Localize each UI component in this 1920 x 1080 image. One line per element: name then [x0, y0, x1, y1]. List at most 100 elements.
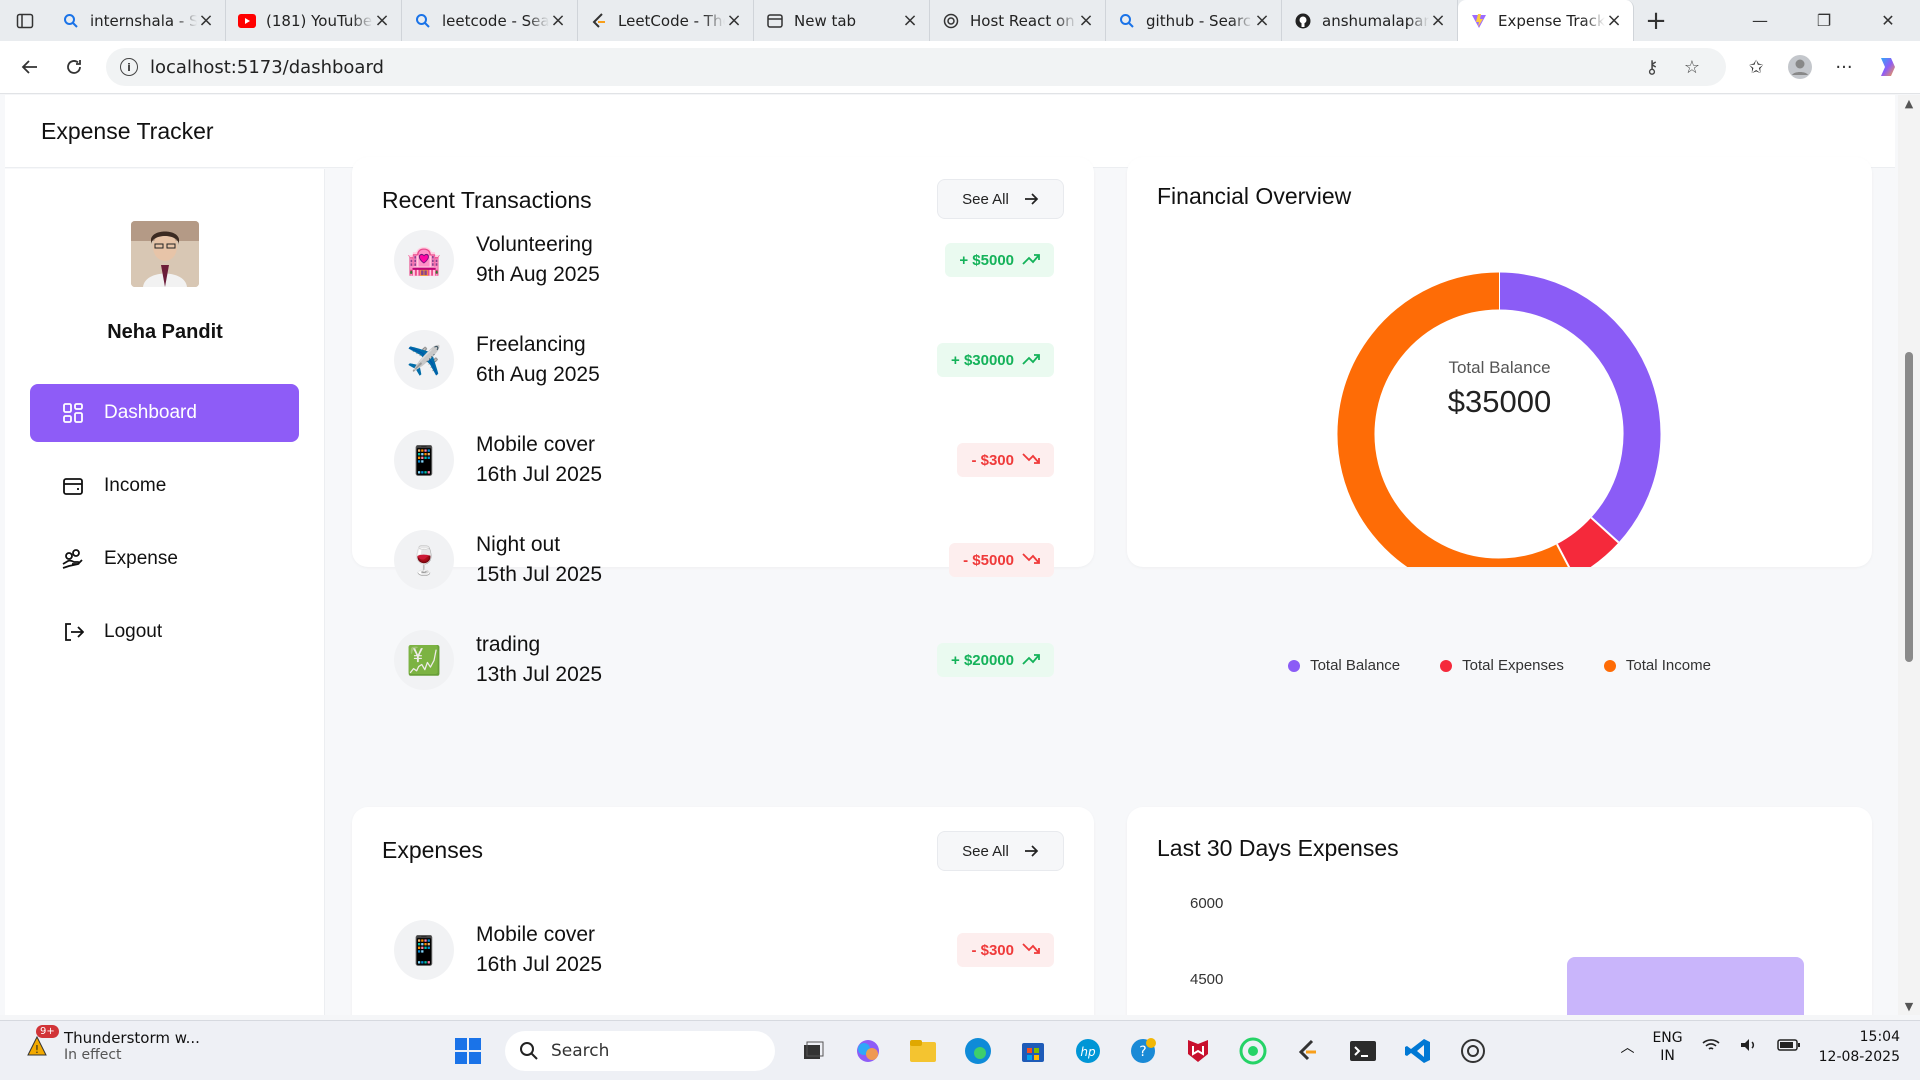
- close-icon[interactable]: ×: [197, 10, 215, 31]
- favorites-icon[interactable]: ✩: [1734, 47, 1778, 87]
- copilot-taskbar-icon[interactable]: [840, 1029, 895, 1073]
- copilot-icon[interactable]: [1866, 47, 1910, 87]
- close-icon[interactable]: ×: [1429, 10, 1447, 31]
- file-explorer-icon[interactable]: [895, 1029, 950, 1073]
- tab-0[interactable]: internshala - Search×: [50, 0, 226, 41]
- transaction-row[interactable]: 💹 trading 13th Jul 2025 + $20000: [394, 627, 1054, 693]
- chart-legend: Total Balance Total Expenses Total Income: [1127, 657, 1872, 674]
- tab-7[interactable]: anshumalapandit×: [1282, 0, 1458, 41]
- trend-down-icon: [1022, 552, 1040, 569]
- windows-taskbar: ! 9+ Thunderstorm w... In effect Search …: [0, 1020, 1920, 1080]
- vscode-icon[interactable]: [1390, 1029, 1445, 1073]
- region-code: IN: [1660, 1048, 1675, 1064]
- mcafee-icon[interactable]: [1170, 1029, 1225, 1073]
- tab-4[interactable]: New tab ×: [754, 0, 930, 41]
- store-icon[interactable]: [1005, 1029, 1060, 1073]
- sidebar-item-income[interactable]: Income: [30, 457, 299, 515]
- donut-center-label: Total Balance: [1448, 358, 1551, 377]
- close-icon[interactable]: ×: [549, 10, 567, 31]
- close-icon[interactable]: ×: [1605, 10, 1623, 31]
- chatgpt-taskbar-icon[interactable]: [1445, 1029, 1500, 1073]
- start-icon[interactable]: [440, 1029, 495, 1073]
- favorite-star-icon[interactable]: ☆: [1672, 57, 1712, 78]
- transaction-row[interactable]: 🍷 Night out 15th Jul 2025 - $5000: [394, 527, 1054, 593]
- language-indicator[interactable]: ENG IN: [1652, 1029, 1682, 1065]
- weather-badge: 9+: [36, 1025, 59, 1038]
- tab-3[interactable]: LeetCode - The World×: [578, 0, 754, 41]
- transaction-row[interactable]: 📱 Mobile cover 16th Jul 2025 - $300: [394, 427, 1054, 493]
- tab-2[interactable]: leetcode - Search×: [402, 0, 578, 41]
- refresh-icon[interactable]: [52, 47, 96, 87]
- whatsapp-icon[interactable]: [1225, 1029, 1280, 1073]
- wifi-icon[interactable]: [1701, 1037, 1721, 1057]
- trend-up-icon: [1022, 352, 1040, 369]
- sidebar-item-dashboard[interactable]: Dashboard: [30, 384, 299, 442]
- tab-label: Expense Tracker: [1498, 11, 1605, 30]
- legend-item: Total Expenses: [1440, 657, 1564, 674]
- minimize-button[interactable]: —: [1728, 0, 1792, 41]
- tab-label: Host React on Netlify: [970, 11, 1077, 30]
- volume-icon[interactable]: [1739, 1037, 1759, 1057]
- legend-item: Total Income: [1603, 657, 1711, 674]
- vite-icon: [1470, 12, 1488, 30]
- more-options-icon[interactable]: ···: [1822, 47, 1866, 87]
- tab-8[interactable]: Expense Tracker×: [1458, 0, 1634, 41]
- leetcode-taskbar-icon[interactable]: [1280, 1029, 1335, 1073]
- transaction-date: 6th Aug 2025: [476, 363, 600, 386]
- sidebar-item-expense[interactable]: Expense: [30, 530, 299, 588]
- scrollbar-thumb[interactable]: [1905, 352, 1913, 662]
- weather-widget[interactable]: ! 9+ Thunderstorm w... In effect: [20, 1025, 200, 1063]
- task-view-icon[interactable]: [785, 1029, 840, 1073]
- see-all-label: See All: [962, 190, 1009, 208]
- side-menu: Neha Pandit Dashboard Income Expense Logout: [5, 169, 325, 1015]
- taskbar-search[interactable]: Search: [505, 1031, 775, 1071]
- restore-button[interactable]: ❐: [1792, 0, 1856, 41]
- recent-see-all-button[interactable]: See All: [937, 179, 1064, 219]
- close-icon[interactable]: ×: [373, 10, 391, 31]
- close-icon[interactable]: ×: [1253, 10, 1271, 31]
- tab-6[interactable]: github - Search ×: [1106, 0, 1282, 41]
- legend-label: Total Income: [1625, 657, 1711, 674]
- site-info-icon[interactable]: i: [120, 58, 138, 76]
- search-icon: [62, 12, 80, 30]
- logout-icon: [60, 619, 86, 645]
- tab-5[interactable]: Host React on Netlify×: [930, 0, 1106, 41]
- user-name: Neha Pandit: [107, 321, 223, 343]
- close-icon[interactable]: ×: [1077, 10, 1095, 31]
- amount-text: - $300: [971, 941, 1014, 959]
- close-window-button[interactable]: ✕: [1856, 0, 1920, 41]
- wallet-icon: [60, 473, 86, 499]
- amount-badge: - $300: [957, 443, 1054, 477]
- sidebar-item-logout[interactable]: Logout: [30, 603, 299, 661]
- donut-slice-total-expenses[interactable]: [1556, 517, 1619, 567]
- close-icon[interactable]: ×: [725, 10, 743, 31]
- clock[interactable]: 15:04 12-08-2025: [1819, 1027, 1900, 1067]
- tab-1[interactable]: (181) YouTube ×: [226, 0, 402, 41]
- hp-icon[interactable]: hp: [1060, 1029, 1115, 1073]
- page-scrollbar[interactable]: ▲ ▼: [1898, 95, 1920, 1015]
- transaction-emoji-icon: 📱: [394, 920, 454, 980]
- transaction-row[interactable]: 📱 Mobile cover 16th Jul 2025 - $300: [394, 917, 1054, 983]
- github-icon: [1294, 12, 1312, 30]
- donut-slice-total-income[interactable]: [1337, 272, 1570, 567]
- bar[interactable]: [1567, 957, 1804, 1015]
- transaction-date: 9th Aug 2025: [476, 263, 600, 286]
- back-icon[interactable]: [8, 47, 52, 87]
- sidebar-toggle-icon[interactable]: [0, 0, 50, 41]
- close-icon[interactable]: ×: [901, 10, 919, 31]
- y-tick-6000: 6000: [1190, 895, 1224, 912]
- expenses-see-all-button[interactable]: See All: [937, 831, 1064, 871]
- terminal-icon[interactable]: [1335, 1029, 1390, 1073]
- url-field[interactable]: i localhost:5173/dashboard ⚷ ☆: [106, 48, 1726, 86]
- profile-icon[interactable]: [1778, 47, 1822, 87]
- help-icon[interactable]: ?: [1115, 1029, 1170, 1073]
- battery-icon[interactable]: [1776, 1038, 1801, 1056]
- legend-dot: [1440, 659, 1453, 672]
- key-icon[interactable]: ⚷: [1632, 57, 1672, 78]
- transaction-row[interactable]: ✈️ Freelancing 6th Aug 2025 + $30000: [394, 327, 1054, 393]
- tab-label: anshumalapandit: [1322, 11, 1429, 30]
- new-tab-button[interactable]: +: [1634, 0, 1678, 41]
- transaction-row[interactable]: 🏩 Volunteering 9th Aug 2025 + $5000: [394, 227, 1054, 293]
- chevron-up-icon[interactable]: ︿: [1620, 1037, 1634, 1057]
- edge-icon[interactable]: [950, 1029, 1005, 1073]
